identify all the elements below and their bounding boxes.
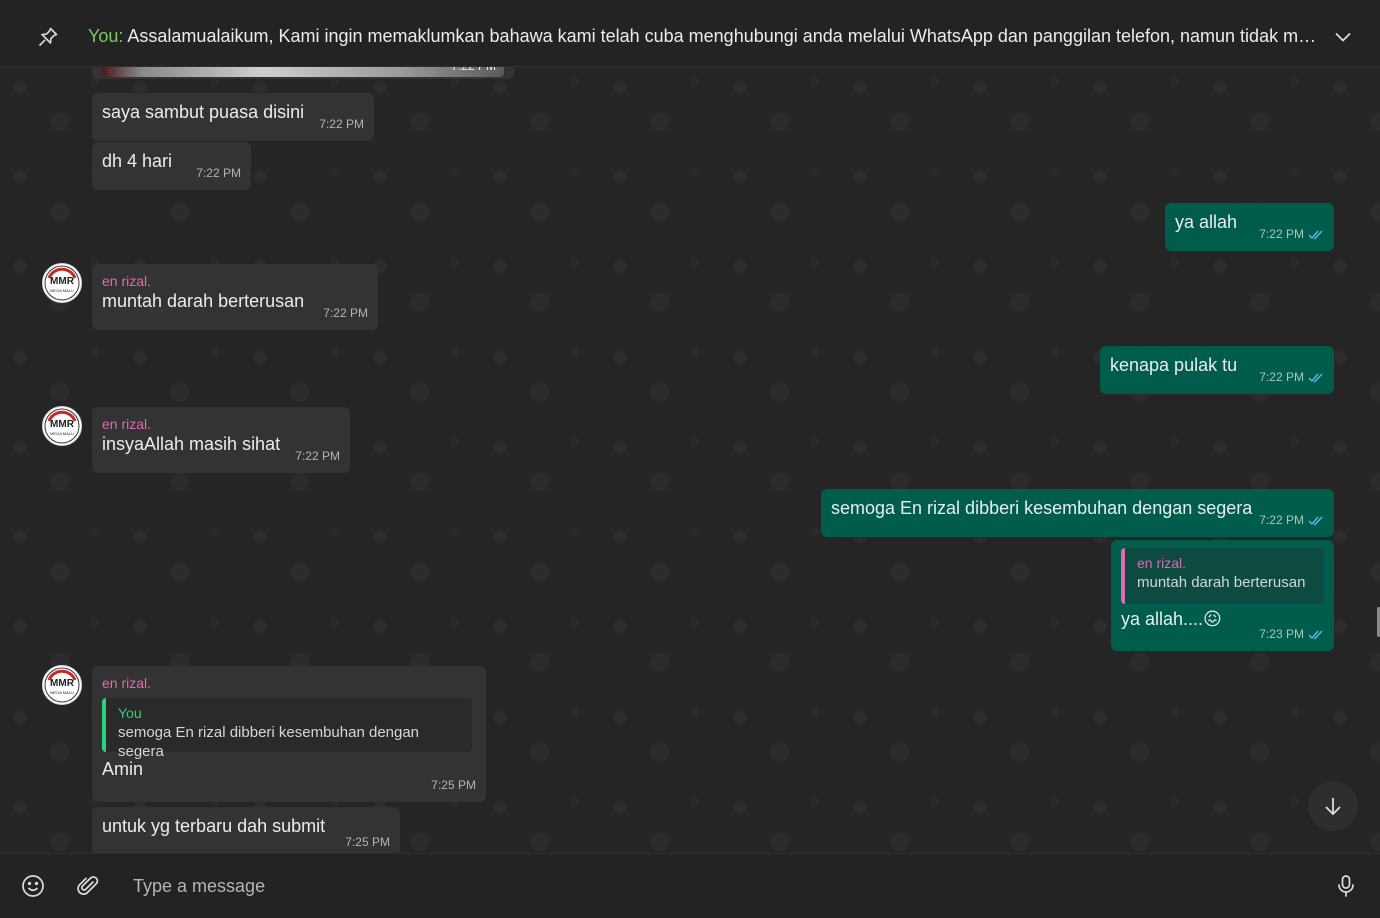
sender-name[interactable]: en rizal. bbox=[102, 674, 476, 692]
avatar[interactable]: MMR MEGA MALU bbox=[42, 665, 82, 705]
mmr-logo-icon: MMR MEGA MALU bbox=[44, 265, 80, 301]
incoming-message[interactable]: en rizal. insyaAllah masih sihat 7:22 PM bbox=[92, 407, 350, 473]
chevron-down-icon[interactable] bbox=[1332, 26, 1354, 48]
message-time: 7:22 PM bbox=[1259, 366, 1324, 388]
message-time: 7:22 PM bbox=[1259, 509, 1324, 531]
quoted-sender: You bbox=[118, 705, 142, 721]
message-time: 7:22 PM bbox=[196, 166, 241, 180]
image-message[interactable]: 7:22 PM bbox=[92, 67, 514, 79]
incoming-message[interactable]: dh 4 hari 7:22 PM bbox=[92, 142, 251, 190]
confounded-face-emoji: 😖 bbox=[1203, 609, 1222, 629]
incoming-message[interactable]: en rizal. muntah darah berterusan 7:22 P… bbox=[92, 264, 378, 330]
svg-text:MEGA MALU: MEGA MALU bbox=[50, 288, 74, 293]
incoming-message[interactable]: saya sambut puasa disini 7:22 PM bbox=[92, 93, 374, 141]
message-text: semoga En rizal dibberi kesembuhan denga… bbox=[831, 498, 1253, 518]
message-text: ya allah.... bbox=[1121, 609, 1204, 629]
image-thumbnail[interactable] bbox=[102, 67, 504, 77]
message-time: 7:22 PM bbox=[319, 117, 364, 131]
mmr-logo-icon: MMR MEGA MALU bbox=[44, 408, 80, 444]
pinned-message-text: You: Assalamualaikum, Kami ingin memaklu… bbox=[88, 26, 1318, 47]
message-text: dh 4 hari bbox=[102, 151, 173, 171]
sender-name[interactable]: en rizal. bbox=[102, 272, 368, 290]
read-ticks-icon bbox=[1308, 516, 1323, 525]
paperclip-icon[interactable] bbox=[75, 873, 101, 899]
outgoing-message[interactable]: semoga En rizal dibberi kesembuhan denga… bbox=[821, 489, 1334, 537]
message-time: 7:22 PM bbox=[451, 67, 496, 77]
message-composer bbox=[0, 853, 1380, 918]
outgoing-reply-message[interactable]: en rizal. muntah darah berterusan ya all… bbox=[1111, 540, 1334, 651]
quoted-message[interactable]: You semoga En rizal dibberi kesembuhan d… bbox=[102, 698, 472, 760]
message-text: Amin bbox=[102, 759, 144, 779]
quoted-text: muntah darah berterusan bbox=[1137, 574, 1306, 591]
svg-text:MMR: MMR bbox=[50, 276, 75, 287]
message-time: 7:22 PM bbox=[295, 449, 340, 463]
incoming-message[interactable]: untuk yg terbaru dah submit 7:25 PM bbox=[92, 807, 400, 853]
quoted-text: semoga En rizal dibberi kesembuhan denga… bbox=[118, 724, 420, 760]
message-time: 7:22 PM bbox=[1259, 223, 1324, 245]
message-text: kenapa pulak tu bbox=[1110, 355, 1238, 375]
scroll-to-bottom-button[interactable] bbox=[1308, 781, 1358, 831]
message-text: saya sambut puasa disini bbox=[102, 102, 305, 122]
avatar[interactable]: MMR MEGA MALU bbox=[42, 406, 82, 446]
read-ticks-icon bbox=[1308, 630, 1323, 639]
pin-icon[interactable] bbox=[36, 25, 60, 49]
message-time: 7:25 PM bbox=[431, 778, 476, 792]
avatar[interactable]: MMR MEGA MALU bbox=[42, 263, 82, 303]
outgoing-message[interactable]: kenapa pulak tu 7:22 PM bbox=[1100, 346, 1334, 394]
emoji-icon[interactable] bbox=[20, 873, 46, 899]
message-input[interactable] bbox=[120, 866, 1300, 906]
message-text: ya allah bbox=[1175, 212, 1238, 232]
outgoing-message[interactable]: ya allah 7:22 PM bbox=[1165, 203, 1334, 251]
pinned-sender: You: bbox=[88, 26, 124, 46]
arrow-down-icon bbox=[1325, 798, 1341, 816]
quoted-message[interactable]: en rizal. muntah darah berterusan bbox=[1121, 548, 1324, 604]
message-text: insyaAllah masih sihat bbox=[102, 434, 281, 454]
mmr-logo-icon: MMR MEGA MALU bbox=[44, 667, 80, 703]
read-ticks-icon bbox=[1308, 230, 1323, 239]
message-time: 7:23 PM bbox=[1259, 623, 1324, 645]
svg-text:MMR: MMR bbox=[50, 419, 75, 430]
microphone-icon[interactable] bbox=[1333, 873, 1359, 899]
incoming-reply-message[interactable]: en rizal. You semoga En rizal dibberi ke… bbox=[92, 666, 486, 802]
message-time: 7:25 PM bbox=[345, 835, 390, 849]
svg-text:MEGA MALU: MEGA MALU bbox=[50, 690, 74, 695]
svg-text:MMR: MMR bbox=[50, 678, 75, 689]
message-text: muntah darah berterusan bbox=[102, 291, 305, 311]
message-time: 7:22 PM bbox=[323, 306, 368, 320]
quoted-sender: en rizal. bbox=[1137, 555, 1187, 571]
svg-text:MEGA MALU: MEGA MALU bbox=[50, 431, 74, 436]
chat-area[interactable]: 7:22 PM saya sambut puasa disini 7:22 PM… bbox=[0, 67, 1380, 853]
sender-name[interactable]: en rizal. bbox=[102, 415, 340, 433]
pinned-body: Assalamualaikum, Kami ingin memaklumkan … bbox=[127, 26, 1318, 46]
pinned-message-bar[interactable]: You: Assalamualaikum, Kami ingin memaklu… bbox=[0, 0, 1380, 67]
message-text: untuk yg terbaru dah submit bbox=[102, 816, 326, 836]
read-ticks-icon bbox=[1308, 373, 1323, 382]
